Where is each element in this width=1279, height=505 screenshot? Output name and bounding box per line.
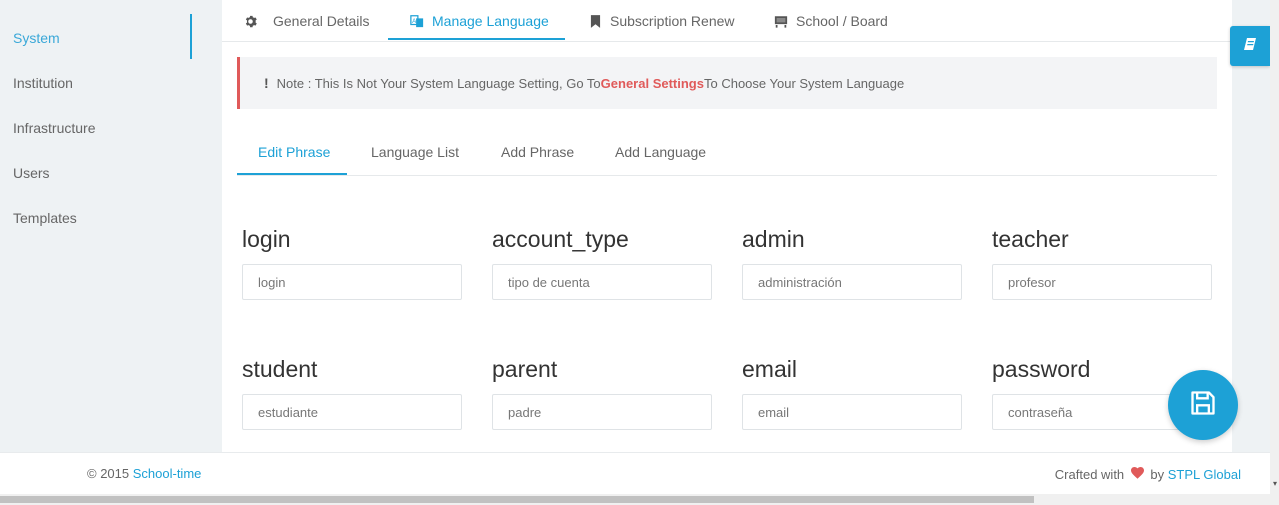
language-sub-tabs: Edit Phrase Language List Add Phrase Add…: [237, 128, 1217, 176]
phrase-field: login: [242, 224, 462, 300]
phrase-translation-input[interactable]: [742, 264, 962, 300]
phrase-field: teacher: [992, 224, 1212, 300]
notebook-icon: [1243, 37, 1257, 56]
stpl-global-link[interactable]: STPL Global: [1168, 467, 1241, 482]
phrase-field: student: [242, 354, 462, 430]
note-text-prefix: Note : This Is Not Your System Language …: [276, 75, 601, 91]
phrase-translation-input[interactable]: [992, 264, 1212, 300]
tab-school-board[interactable]: School / Board: [774, 0, 888, 42]
footer-credits: Crafted with by STPL Global: [1055, 467, 1241, 482]
tab-general-details[interactable]: General Details: [243, 0, 370, 42]
school-time-link[interactable]: School-time: [133, 466, 202, 481]
subtab-add-language[interactable]: Add Language: [615, 128, 706, 176]
horizontal-scrollbar-thumb[interactable]: [0, 496, 1034, 503]
tab-label: General Details: [273, 13, 370, 29]
tab-label: School / Board: [796, 13, 888, 29]
phrase-key-label: teacher: [992, 226, 1069, 252]
exclamation-icon: !: [264, 75, 269, 91]
sidebar-item-users[interactable]: Users: [13, 165, 50, 181]
phrase-translation-input[interactable]: [242, 394, 462, 430]
bookmark-icon: [588, 14, 602, 28]
phrase-field: account_type: [492, 224, 712, 300]
by-text: by: [1146, 467, 1168, 482]
language-note-alert: ! Note : This Is Not Your System Languag…: [237, 57, 1217, 109]
horizontal-scrollbar[interactable]: [0, 494, 1270, 505]
top-tabs: General Details A Manage Language Subscr…: [222, 0, 1232, 42]
floppy-disk-icon: [1189, 389, 1217, 422]
subtab-edit-phrase[interactable]: Edit Phrase: [258, 128, 330, 176]
tab-label: Subscription Renew: [610, 13, 735, 29]
note-text-suffix: To Choose Your System Language: [703, 75, 905, 91]
main-panel: General Details A Manage Language Subscr…: [222, 0, 1232, 452]
footer-copyright: © 2015 School-time: [87, 466, 201, 481]
save-button[interactable]: [1168, 370, 1238, 440]
phrase-field: email: [742, 354, 962, 430]
phrase-field: admin: [742, 224, 962, 300]
right-gutter: [1232, 0, 1270, 452]
translate-icon: A: [410, 14, 424, 28]
side-panel-toggle-button[interactable]: [1230, 26, 1270, 66]
sidebar-item-system[interactable]: System: [13, 30, 60, 46]
active-tab-indicator: [388, 38, 565, 40]
scroll-down-arrow-icon[interactable]: ▾: [1271, 480, 1279, 488]
sidebar-item-templates[interactable]: Templates: [13, 210, 77, 226]
phrase-key-label: email: [742, 356, 797, 382]
subtab-add-phrase[interactable]: Add Phrase: [501, 128, 574, 176]
subtab-language-list[interactable]: Language List: [371, 128, 459, 176]
footer: © 2015 School-time Crafted with by STPL …: [0, 452, 1270, 494]
phrase-translation-input[interactable]: [492, 394, 712, 430]
copyright-text: © 2015: [87, 466, 133, 481]
active-subtab-indicator: [237, 173, 347, 175]
tab-manage-language[interactable]: A Manage Language: [410, 0, 549, 42]
presentation-board-icon: [774, 14, 788, 28]
tab-label: Manage Language: [432, 13, 549, 29]
phrase-translation-input[interactable]: [742, 394, 962, 430]
heart-icon: [1130, 467, 1144, 482]
phrase-translation-input[interactable]: [242, 264, 462, 300]
sidebar-item-infrastructure[interactable]: Infrastructure: [13, 120, 95, 136]
gear-icon: [243, 14, 257, 28]
sidebar-item-institution[interactable]: Institution: [13, 75, 73, 91]
phrase-field: parent: [492, 354, 712, 430]
phrase-key-label: login: [242, 226, 291, 252]
phrase-key-label: parent: [492, 356, 558, 382]
general-settings-link[interactable]: General Settings: [601, 76, 704, 91]
crafted-text: Crafted with: [1054, 467, 1125, 482]
phrase-key-label: admin: [742, 226, 805, 252]
vertical-scrollbar[interactable]: [1270, 0, 1279, 505]
sidebar: System Institution Infrastructure Users …: [0, 0, 222, 452]
sidebar-active-indicator: [190, 14, 192, 59]
phrase-key-label: student: [242, 356, 318, 382]
phrase-key-label: account_type: [492, 226, 629, 252]
tab-subscription-renew[interactable]: Subscription Renew: [588, 0, 735, 42]
phrase-translation-input[interactable]: [492, 264, 712, 300]
